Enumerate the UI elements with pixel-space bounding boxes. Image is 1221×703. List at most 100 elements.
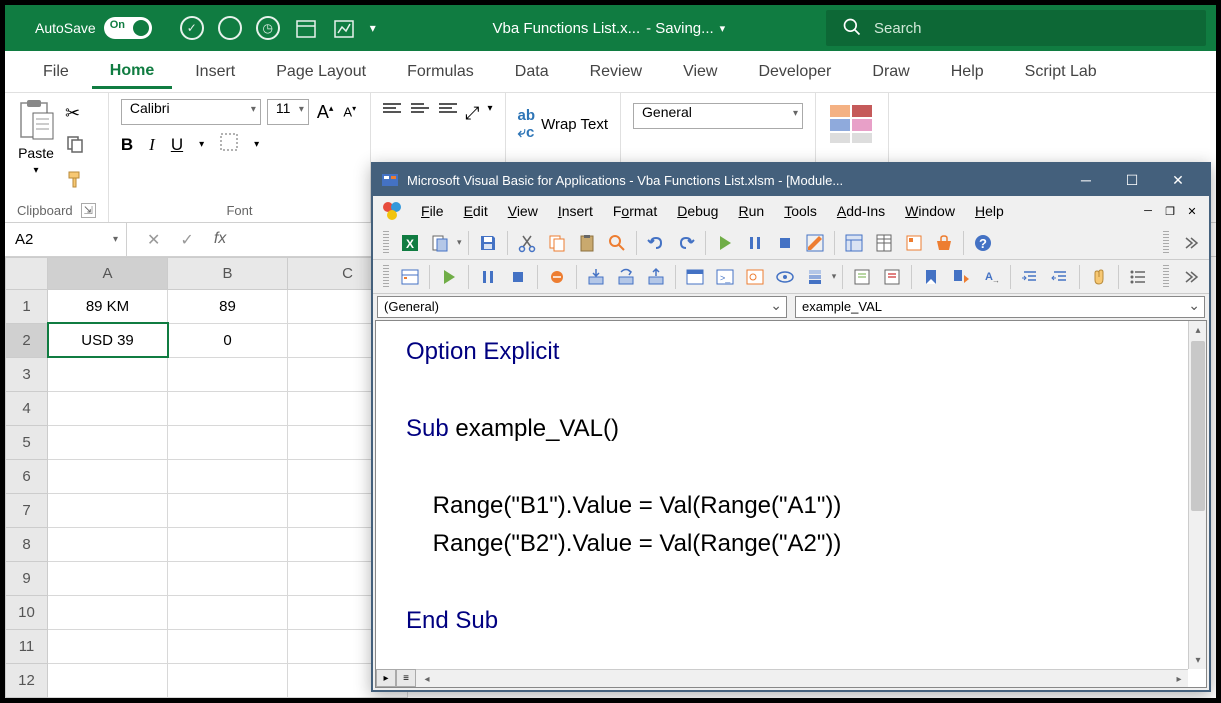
scroll-thumb[interactable] <box>1191 341 1205 511</box>
italic-button[interactable]: I <box>149 135 155 155</box>
cell[interactable] <box>48 561 168 595</box>
cell[interactable] <box>48 629 168 663</box>
cell[interactable] <box>48 357 168 391</box>
border-button[interactable] <box>220 133 238 156</box>
autosave-toggle[interactable]: On <box>104 17 152 39</box>
help-icon[interactable]: ? <box>970 230 996 256</box>
row-header[interactable]: 9 <box>6 561 48 595</box>
vba-code-pane[interactable]: Option Explicit Sub example_VAL() Range(… <box>375 320 1207 688</box>
list-icon[interactable] <box>1125 264 1151 290</box>
font-size-select[interactable]: 11 <box>267 99 309 125</box>
scroll-down-icon[interactable]: ▾ <box>1189 651 1207 669</box>
cell[interactable] <box>168 425 288 459</box>
vba-menu-edit[interactable]: Edit <box>454 199 498 223</box>
increase-font-icon[interactable]: A▴ <box>315 102 336 123</box>
align-top-icon[interactable] <box>383 103 401 117</box>
scroll-left-icon[interactable]: ◂ <box>418 670 436 688</box>
cell[interactable] <box>48 493 168 527</box>
tab-formulas[interactable]: Formulas <box>389 55 492 89</box>
copy-icon[interactable] <box>544 230 570 256</box>
tab-insert[interactable]: Insert <box>177 55 253 89</box>
wrap-text-icon[interactable]: ab⤶c <box>518 107 536 141</box>
vba-maximize-button[interactable]: ☐ <box>1109 164 1155 196</box>
cell[interactable] <box>168 391 288 425</box>
vba-menu-insert[interactable]: Insert <box>548 199 603 223</box>
row-header[interactable]: 3 <box>6 357 48 391</box>
save-icon[interactable] <box>475 230 501 256</box>
qat-calendar-icon[interactable] <box>294 16 318 40</box>
underline-button[interactable]: U <box>171 135 183 155</box>
toolbar-grip[interactable] <box>383 231 389 255</box>
qat-circle-icon[interactable] <box>218 16 242 40</box>
indent-icon[interactable] <box>1017 264 1043 290</box>
run-sub-icon[interactable] <box>436 264 462 290</box>
tab-data[interactable]: Data <box>497 55 567 89</box>
fx-icon[interactable]: fx <box>214 230 226 250</box>
cell[interactable]: 89 <box>168 289 288 323</box>
cell[interactable] <box>168 663 288 697</box>
cell[interactable] <box>168 629 288 663</box>
properties-icon[interactable] <box>871 230 897 256</box>
step-over-icon[interactable] <box>613 264 639 290</box>
vba-menu-tools[interactable]: Tools <box>774 199 827 223</box>
row-header[interactable]: 2 <box>6 323 48 357</box>
qat-chart-icon[interactable] <box>332 16 356 40</box>
break-icon[interactable] <box>742 230 768 256</box>
immediate-window-icon[interactable]: >_ <box>712 264 738 290</box>
align-middle-icon[interactable] <box>411 103 429 117</box>
object-dropdown[interactable]: (General) <box>377 296 787 318</box>
qat-clock-icon[interactable]: ◷ <box>256 16 280 40</box>
locals-window-icon[interactable] <box>682 264 708 290</box>
clipboard-launcher-icon[interactable]: ⇲ <box>81 203 96 218</box>
search-box[interactable]: Search <box>826 10 1206 46</box>
toolbar-grip[interactable] <box>383 265 389 289</box>
cell-selected[interactable]: USD 39 <box>48 323 168 357</box>
tab-home[interactable]: Home <box>92 54 172 89</box>
toggle-bookmark-icon[interactable] <box>918 264 944 290</box>
vba-close-button[interactable]: ✕ <box>1155 164 1201 196</box>
row-header[interactable]: 6 <box>6 459 48 493</box>
cut-icon[interactable]: ✂ <box>65 103 87 124</box>
cell[interactable] <box>168 357 288 391</box>
qat-dropdown-icon[interactable]: ▾ <box>370 21 376 35</box>
paste-icon[interactable] <box>574 230 600 256</box>
vba-menu-addins[interactable]: Add-Ins <box>827 199 895 223</box>
enter-formula-icon[interactable]: ✓ <box>180 230 193 250</box>
overflow-icon[interactable] <box>1177 230 1203 256</box>
outdent-icon[interactable] <box>1047 264 1073 290</box>
cell[interactable] <box>48 663 168 697</box>
reset-icon[interactable] <box>772 230 798 256</box>
design-mode-icon[interactable] <box>802 230 828 256</box>
qat-check-icon[interactable]: ✓ <box>180 16 204 40</box>
tab-draw[interactable]: Draw <box>854 55 927 89</box>
procedure-dropdown[interactable]: example_VAL <box>795 296 1205 318</box>
find-icon[interactable] <box>604 230 630 256</box>
cell[interactable] <box>48 391 168 425</box>
row-header[interactable]: 12 <box>6 663 48 697</box>
vba-menu-window[interactable]: Window <box>895 199 965 223</box>
uncomment-block-icon[interactable] <box>879 264 905 290</box>
vba-minimize-button[interactable]: ─ <box>1063 164 1109 196</box>
full-module-view-icon[interactable]: ≡ <box>396 669 416 687</box>
format-painter-icon[interactable] <box>65 169 87 196</box>
cell[interactable] <box>168 561 288 595</box>
font-name-select[interactable]: Calibri <box>121 99 261 125</box>
horizontal-scrollbar[interactable]: ▸ ≡ ◂ ▸ <box>376 669 1188 687</box>
select-all-corner[interactable] <box>6 258 48 290</box>
cancel-formula-icon[interactable]: ✕ <box>147 230 160 250</box>
toolbar-grip-right[interactable] <box>1163 265 1169 289</box>
row-header[interactable]: 10 <box>6 595 48 629</box>
comment-block-icon[interactable] <box>849 264 875 290</box>
project-explorer-icon[interactable] <box>841 230 867 256</box>
prev-bookmark-icon[interactable]: A→ <box>978 264 1004 290</box>
hand-icon[interactable] <box>1086 264 1112 290</box>
bold-button[interactable]: B <box>121 135 133 155</box>
cell[interactable]: 0 <box>168 323 288 357</box>
insert-dropdown-icon[interactable]: ▾ <box>457 237 462 248</box>
toolbar-grip-right[interactable] <box>1163 231 1169 255</box>
decrease-font-icon[interactable]: A▾ <box>341 104 358 119</box>
cut-icon[interactable] <box>514 230 540 256</box>
cell[interactable] <box>168 493 288 527</box>
insert-module-icon[interactable] <box>427 230 453 256</box>
scroll-right-icon[interactable]: ▸ <box>1170 670 1188 688</box>
